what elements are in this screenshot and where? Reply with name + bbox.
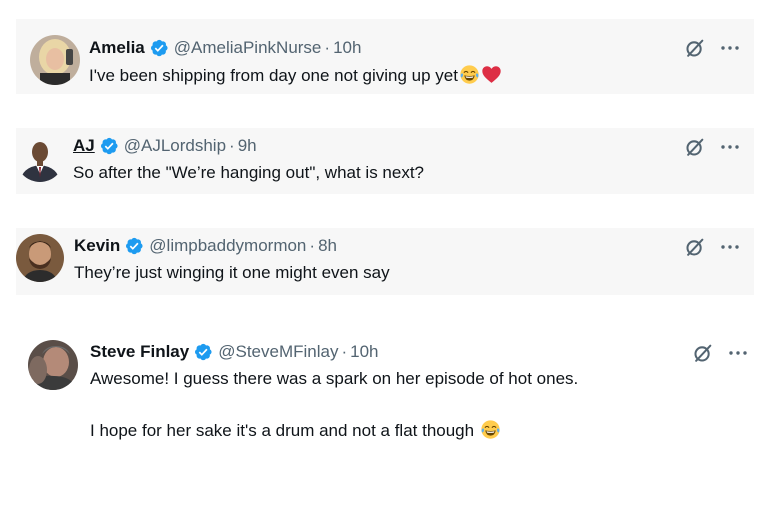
tweet-text: I've been shipping from day one not givi… — [89, 64, 502, 91]
user-name[interactable]: Steve Finlay — [90, 342, 189, 362]
grok-slash-icon[interactable] — [684, 236, 706, 258]
more-options-icon[interactable] — [720, 144, 740, 150]
tweet-text-content: I hope for her sake it's a drum and not … — [90, 421, 475, 440]
verified-badge-icon — [193, 342, 213, 362]
tweet-text: So after the "We’re hanging out", what i… — [73, 162, 424, 184]
verified-badge-icon — [149, 38, 169, 58]
avatar[interactable] — [30, 35, 80, 85]
user-handle[interactable]: @limpbaddymormon — [149, 236, 306, 256]
tweet-amelia[interactable]: Amelia @AmeliaPinkNurse · 10h I've been … — [16, 19, 754, 94]
tweet-text-content: Awesome! I guess there was a spark on he… — [90, 369, 579, 388]
separator: · — [324, 38, 331, 57]
tweet-kevin[interactable]: Kevin @limpbaddymormon · 8h They’re just… — [16, 228, 754, 295]
separator: · — [309, 236, 316, 255]
verified-badge-icon — [124, 236, 144, 256]
timestamp[interactable]: 8h — [318, 236, 337, 256]
grok-slash-icon[interactable] — [684, 136, 706, 158]
tweet-text-line-2: I hope for her sake it's a drum and not … — [90, 419, 501, 446]
tweet-text-content: I've been shipping from day one not givi… — [89, 66, 458, 85]
avatar[interactable] — [28, 340, 78, 390]
tweet-aj[interactable]: AJ @AJLordship · 9h So after the "We’re … — [16, 128, 754, 194]
more-options-icon[interactable] — [720, 244, 740, 250]
timestamp[interactable]: 10h — [333, 38, 361, 58]
user-name[interactable]: AJ — [73, 136, 95, 156]
avatar[interactable] — [16, 134, 64, 182]
separator: · — [229, 136, 235, 155]
tweet-text-line-1: Awesome! I guess there was a spark on he… — [90, 368, 578, 390]
avatar[interactable] — [16, 234, 64, 282]
tweet-text-content: They’re just winging it one might even s… — [74, 263, 390, 282]
grok-slash-icon[interactable] — [684, 37, 706, 59]
timestamp[interactable]: 10h — [350, 342, 378, 362]
user-name[interactable]: Amelia — [89, 38, 145, 58]
tweet-steve-finlay[interactable]: Steve Finlay @SteveMFinlay · 10h Awesome… — [16, 330, 754, 460]
user-name[interactable]: Kevin — [74, 236, 120, 256]
grok-slash-icon[interactable] — [692, 342, 714, 364]
face-with-tears-of-joy-icon — [480, 419, 501, 446]
user-handle[interactable]: @AJLordship — [124, 136, 226, 156]
verified-badge-icon — [99, 136, 119, 156]
tweet-text-content: So after the "We’re hanging out", what i… — [73, 163, 425, 182]
tweet-text: They’re just winging it one might even s… — [74, 262, 390, 284]
red-heart-icon — [481, 64, 502, 91]
timestamp[interactable]: 9h — [238, 136, 257, 156]
separator: · — [341, 342, 348, 361]
more-options-icon[interactable] — [720, 45, 740, 51]
user-handle[interactable]: @SteveMFinlay — [218, 342, 338, 362]
face-with-tears-of-joy-icon — [459, 64, 480, 91]
user-handle[interactable]: @AmeliaPinkNurse — [174, 38, 322, 58]
more-options-icon[interactable] — [728, 350, 748, 356]
